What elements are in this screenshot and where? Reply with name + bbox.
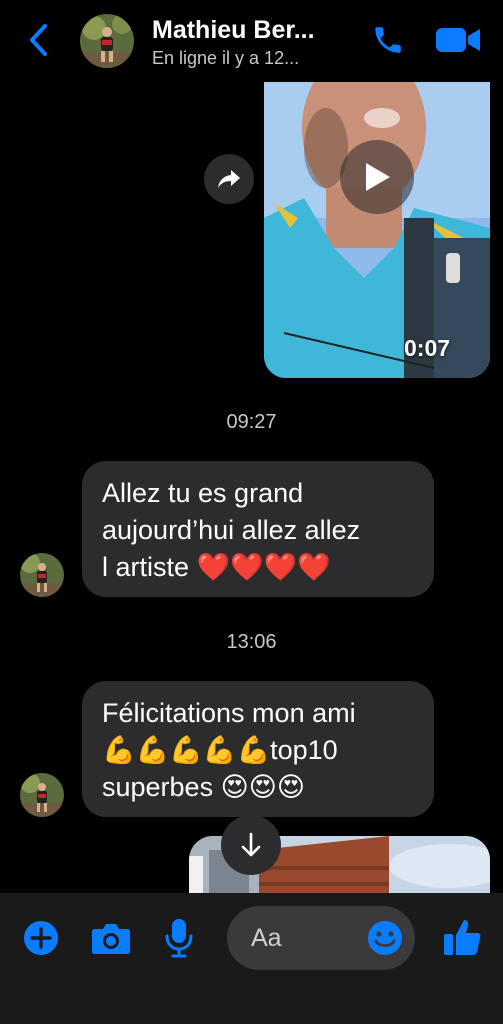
smiley-icon <box>368 921 402 955</box>
forward-button[interactable] <box>204 154 254 204</box>
chat-header: Mathieu Ber... En ligne il y a 12... <box>0 0 503 82</box>
contact-name[interactable]: Mathieu Ber... <box>152 16 315 45</box>
message-bubble[interactable]: Félicitations mon ami 💪💪💪💪💪top10 superbe… <box>82 681 434 817</box>
message-text-line: Félicitations mon ami <box>102 698 356 728</box>
voice-message-button[interactable] <box>162 917 196 959</box>
sender-avatar[interactable] <box>20 773 64 817</box>
scroll-to-bottom-button[interactable] <box>221 815 281 875</box>
camera-button[interactable] <box>90 919 132 957</box>
message-input-placeholder: Aa <box>251 924 282 952</box>
message-input[interactable]: Aa <box>227 906 415 970</box>
share-arrow-icon <box>218 170 240 188</box>
sender-avatar[interactable] <box>20 553 64 597</box>
play-button[interactable] <box>340 140 414 214</box>
emoji-button[interactable] <box>367 920 403 956</box>
message-timestamp: 09:27 <box>226 411 277 433</box>
video-message[interactable] <box>264 78 490 378</box>
more-actions-button[interactable] <box>22 919 60 957</box>
like-button[interactable] <box>440 915 484 959</box>
voice-call-button[interactable] <box>368 20 408 60</box>
contact-avatar[interactable] <box>80 14 134 68</box>
play-icon <box>366 163 390 191</box>
message-timestamp: 13:06 <box>226 631 277 653</box>
phone-icon <box>375 27 401 53</box>
arrow-down-icon <box>241 832 261 857</box>
contact-status: En ligne il y a 12... <box>152 48 300 68</box>
message-text-line: l artiste ❤️❤️❤️❤️ <box>102 552 331 582</box>
composer-bar: Aa <box>0 893 503 1024</box>
chevron-left-icon <box>30 24 47 56</box>
camera-icon <box>92 924 130 954</box>
microphone-icon <box>165 919 193 958</box>
video-camera-icon <box>436 28 480 52</box>
plus-circle-icon <box>24 921 58 955</box>
thumbs-up-icon <box>444 920 481 955</box>
message-text-line: superbes 😍😍😍 <box>102 772 306 802</box>
video-call-button[interactable] <box>434 22 482 58</box>
message-text-line: aujourd’hui allez allez <box>102 515 361 545</box>
message-bubble[interactable]: Allez tu es grand aujourd’hui allez alle… <box>82 461 434 597</box>
message-text-line: 💪💪💪💪💪top10 <box>102 735 338 765</box>
video-duration: 0:07 <box>404 335 451 361</box>
back-button[interactable] <box>24 22 52 58</box>
message-text-line: Allez tu es grand <box>102 478 304 508</box>
